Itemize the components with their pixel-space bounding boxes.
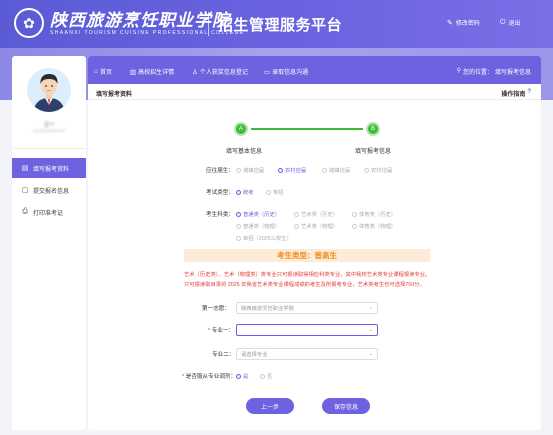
logout-link[interactable]: ⏻ 退出 [500, 18, 521, 28]
radio-category-1[interactable]: 艺术类（历史） [294, 210, 338, 218]
sidebar: 王** ************** ▤ 填写报考资料 ▢ 提交报名信息 ⎙ 打… [12, 56, 86, 430]
top-header: ✿ 陕西旅游烹饪职业学院 SHAANXI TOURISM CUISINE PRO… [0, 0, 553, 48]
radio-adjust-yes[interactable]: 是 [236, 372, 248, 380]
radio-adjust-no[interactable]: 否 [260, 372, 272, 380]
nav-home[interactable]: ⌂ 首页 [94, 67, 112, 76]
sidebar-divider [12, 148, 86, 149]
chevron-down-icon: ⌄ [368, 305, 373, 311]
top-nav: ⌂ 首页 ▥ 高校招生详情 ♙ 个人获奖信息登记 ▭ 录取信息沟通 ⚲ 您的位置… [88, 56, 541, 84]
avatar [27, 68, 71, 112]
user-name: 王** [43, 123, 55, 129]
radio-category-4[interactable]: 艺术类（物理） [294, 222, 338, 230]
help-icon: ? [527, 89, 531, 95]
submit-doc-icon: ▢ [21, 187, 29, 194]
choice1-select[interactable]: 陕西旅游烹饪职业学院 ⌄ [236, 302, 378, 314]
chevron-down-icon: ⌄ [368, 351, 373, 357]
radio-exam-type-1[interactable]: 单招 [266, 188, 284, 196]
edit-icon: ✎ [447, 19, 453, 27]
radio-category-2[interactable]: 体育类（历史） [352, 210, 396, 218]
major2-label: 专业二： [212, 352, 235, 358]
sidebar-item-fill-info[interactable]: ▤ 填写报考资料 [12, 158, 86, 178]
main-panel: ⌂ 首页 ▥ 高校招生详情 ♙ 个人获奖信息登记 ▭ 录取信息沟通 ⚲ 您的位置… [88, 56, 541, 430]
section-header: 填写报考资料 操作指南 ? [88, 84, 541, 100]
header-divider [208, 12, 209, 36]
chat-icon: ▭ [264, 68, 271, 76]
major2-select[interactable]: 请选择专业 ⌄ [236, 348, 378, 360]
school-name-cn: 陕西旅游烹饪职业学院 [50, 11, 230, 31]
major1-label: * 专业一： [208, 328, 235, 334]
step-progress-line [251, 128, 363, 130]
radio-fresh-2[interactable]: 城镇往届 [322, 166, 350, 174]
printer-icon: ⎙ [22, 208, 28, 215]
logout-icon: ⏻ [500, 18, 506, 26]
adjust-label: * 是否服从专业调剂： [182, 374, 237, 380]
radio-category-0[interactable]: 普通类（历史） [236, 210, 280, 218]
step-a-icon: A [234, 122, 248, 136]
step-a-label: 填写基本信息 [226, 149, 263, 155]
notice-line-1: 艺术（历史类）、艺术（物理类）类专业只可报读取得相应科类专业，其中我校艺术类专业… [184, 272, 431, 278]
student-type-banner: 考生类型：普高生 [184, 249, 430, 262]
choice1-label: 第一志愿： [202, 306, 230, 312]
exam-type-label: 考试类型： [206, 190, 234, 196]
location-pin-icon: ⚲ [456, 68, 461, 74]
save-info-button[interactable]: 保存信息 [322, 398, 370, 414]
major1-select[interactable]: ⌄ [236, 324, 378, 336]
sidebar-item-submit-info[interactable]: ▢ 提交报名信息 [12, 180, 86, 200]
fresh-label: 应往届生： [206, 168, 234, 174]
edit-doc-icon: ▤ [21, 165, 29, 172]
step-b-icon: B [366, 122, 380, 136]
radio-fresh-1[interactable]: 农村应届 [278, 166, 306, 174]
nav-award-register[interactable]: ♙ 个人获奖信息登记 [192, 67, 248, 77]
school-emblem-icon: ✿ [14, 8, 44, 38]
section-title: 填写报考资料 [96, 92, 133, 98]
nav-school-detail[interactable]: ▥ 高校招生详情 [130, 67, 174, 77]
radio-fresh-0[interactable]: 城镇应届 [236, 166, 264, 174]
nav-admission-chat[interactable]: ▭ 录取信息沟通 [264, 67, 308, 77]
radio-category-6[interactable]: 单招（2025三校生） [236, 234, 292, 242]
platform-title: 招生管理服务平台 [218, 17, 343, 34]
school-name-en: SHAANXI TOURISM CUISINE PROFESSIONAL COL… [50, 30, 245, 36]
school-icon: ▥ [130, 68, 137, 76]
notice-line-2: 只可报读取目录的 2025 年我省艺术类专业课程成绩的考生及所报考专业，艺术类考… [184, 282, 425, 288]
user-icon: ♙ [192, 68, 198, 76]
step-b-label: 填写报考信息 [355, 149, 392, 155]
radio-category-5[interactable]: 体育类（物理） [352, 222, 396, 230]
prev-step-button[interactable]: 上一步 [246, 398, 294, 414]
sidebar-item-print-ticket[interactable]: ⎙ 打印准考证 [12, 202, 86, 222]
radio-fresh-3[interactable]: 农村往届 [364, 166, 392, 174]
operation-guide-link[interactable]: 操作指南 ? [501, 89, 531, 98]
radio-exam-type-0[interactable]: 统考 [236, 188, 254, 196]
user-id: ************** [32, 130, 66, 136]
chevron-down-icon: ⌄ [368, 327, 373, 333]
change-password-link[interactable]: ✎ 修改密码 [447, 18, 480, 28]
radio-category-3[interactable]: 普通类（物理） [236, 222, 280, 230]
breadcrumb: ⚲ 您的位置： 填写报考信息 [456, 68, 531, 76]
home-icon: ⌂ [94, 68, 98, 75]
category-label: 考生科类： [206, 212, 234, 218]
